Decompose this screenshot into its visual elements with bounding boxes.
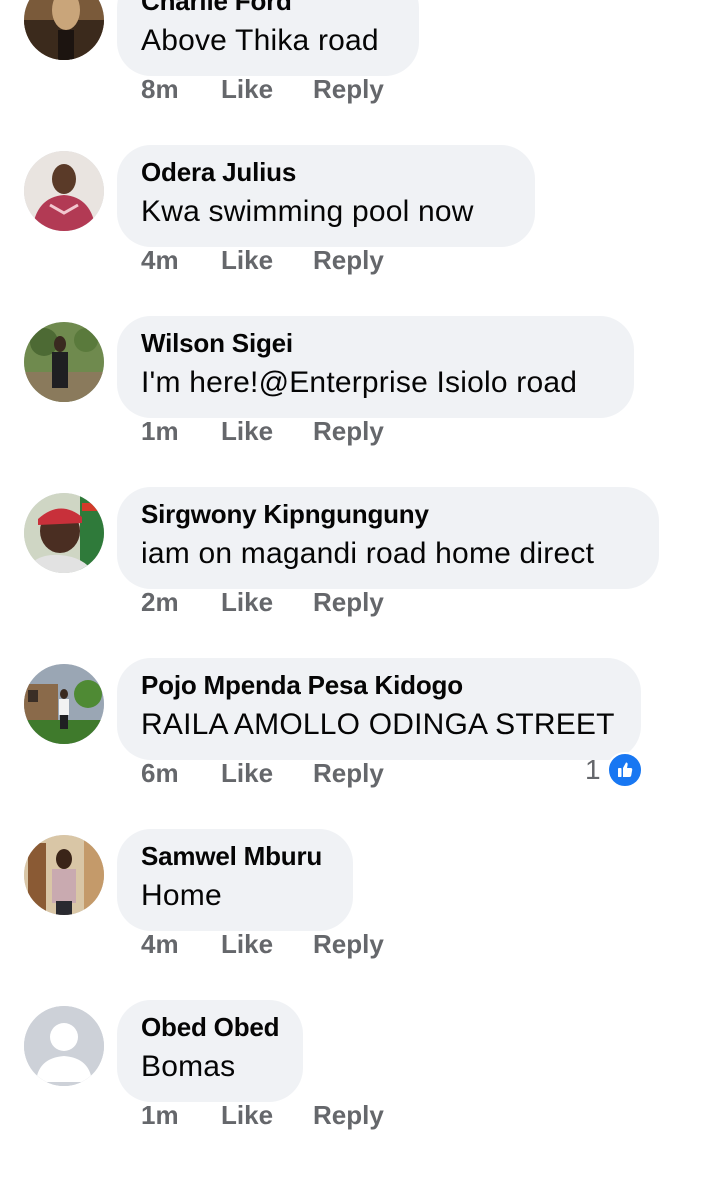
avatar-photo [24,493,104,573]
comment-text: RAILA AMOLLO ODINGA STREET [141,708,615,741]
avatar[interactable] [24,322,104,402]
comment: Odera Julius Kwa swimming pool now 4m Li… [0,145,720,322]
reply-button[interactable]: Reply [313,758,384,789]
reaction-count: 1 [585,754,601,785]
comment-timestamp[interactable]: 1m [141,1100,179,1131]
comment-text: Above Thika road [141,24,379,57]
avatar[interactable] [24,151,104,231]
comment: Charlie Ford Above Thika road 8m Like Re… [0,0,720,151]
comment-timestamp[interactable]: 8m [141,74,179,105]
comment-bubble[interactable]: Pojo Mpenda Pesa Kidogo RAILA AMOLLO ODI… [117,658,641,760]
comment-bubble[interactable]: Sirgwony Kipngunguny iam on magandi road… [117,487,659,589]
comment-timestamp[interactable]: 6m [141,758,179,789]
like-button[interactable]: Like [221,758,273,789]
comment: Pojo Mpenda Pesa Kidogo RAILA AMOLLO ODI… [0,658,720,835]
reply-button[interactable]: Reply [313,929,384,960]
reply-button[interactable]: Reply [313,416,384,447]
avatar-photo [24,664,104,744]
avatar-photo [24,0,104,60]
comment-text: Kwa swimming pool now [141,195,474,228]
like-button[interactable]: Like [221,245,273,276]
comment-timestamp[interactable]: 4m [141,929,179,960]
avatar-photo [24,835,104,915]
comment-author[interactable]: Charlie Ford [141,0,292,17]
like-button[interactable]: Like [221,1100,273,1131]
like-button[interactable]: Like [221,929,273,960]
comment-author[interactable]: Pojo Mpenda Pesa Kidogo [141,670,463,701]
comment-text: iam on magandi road home direct [141,537,595,570]
like-button[interactable]: Like [221,74,273,105]
reply-button[interactable]: Reply [313,245,384,276]
avatar[interactable] [24,835,104,915]
reply-button[interactable]: Reply [313,587,384,618]
comment: Wilson Sigei I'm here!@Enterprise Isiolo… [0,316,720,493]
comment-bubble[interactable]: Charlie Ford Above Thika road [117,0,419,76]
comment-text: I'm here!@Enterprise Isiolo road [141,366,578,399]
comment-timestamp[interactable]: 1m [141,416,179,447]
comment-text: Home [141,879,222,912]
comment-author[interactable]: Odera Julius [141,157,296,188]
comment-bubble[interactable]: Samwel Mburu Home [117,829,353,931]
comment: Obed Obed Bomas 1m Like Reply [0,1000,720,1177]
comment-author[interactable]: Wilson Sigei [141,328,293,359]
comment-bubble[interactable]: Obed Obed Bomas [117,1000,303,1102]
avatar-photo [24,151,104,231]
comment-text: Bomas [141,1050,236,1083]
avatar[interactable] [24,1006,104,1086]
thumbs-up-icon [606,752,643,788]
comment-author[interactable]: Sirgwony Kipngunguny [141,499,429,530]
avatar[interactable] [24,493,104,573]
reply-button[interactable]: Reply [313,74,384,105]
comment-timestamp[interactable]: 2m [141,587,179,618]
comment-bubble[interactable]: Odera Julius Kwa swimming pool now [117,145,535,247]
default-person-icon [24,1006,104,1086]
reaction-summary[interactable]: 1 [585,752,643,788]
avatar[interactable] [24,0,104,60]
avatar[interactable] [24,664,104,744]
comment-author[interactable]: Samwel Mburu [141,841,322,872]
comment-author[interactable]: Obed Obed [141,1012,280,1043]
reply-button[interactable]: Reply [313,1100,384,1131]
comment-timestamp[interactable]: 4m [141,245,179,276]
like-button[interactable]: Like [221,416,273,447]
comment-list: Charlie Ford Above Thika road 8m Like Re… [0,0,720,1163]
comment: Sirgwony Kipngunguny iam on magandi road… [0,487,720,664]
like-button[interactable]: Like [221,587,273,618]
avatar-photo [24,322,104,402]
comment: Samwel Mburu Home 4m Like Reply [0,829,720,1006]
comment-bubble[interactable]: Wilson Sigei I'm here!@Enterprise Isiolo… [117,316,634,418]
